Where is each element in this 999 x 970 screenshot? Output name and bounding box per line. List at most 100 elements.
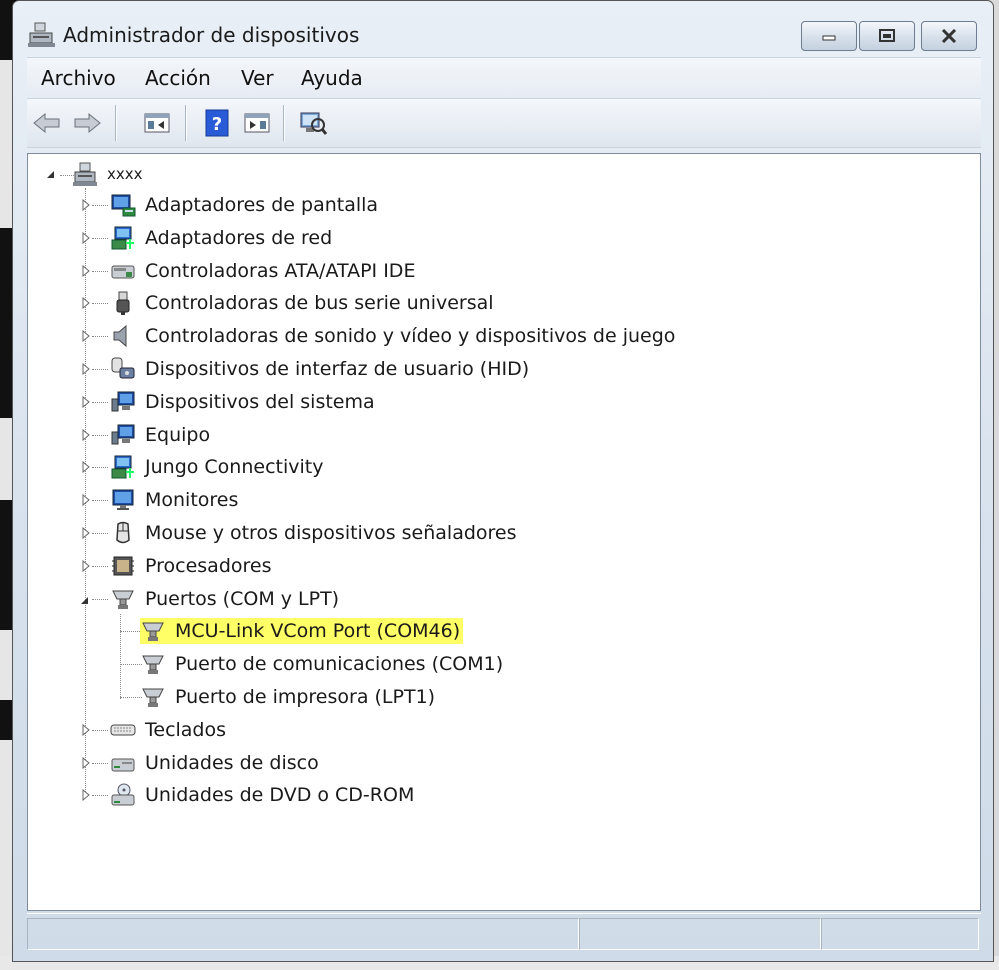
minimize-button[interactable] bbox=[801, 21, 857, 51]
disk-drive-icon bbox=[111, 758, 135, 772]
forward-button[interactable] bbox=[71, 107, 103, 139]
expand-arrow-icon[interactable] bbox=[80, 461, 92, 474]
port-icon bbox=[142, 655, 164, 675]
tree-item-port-1[interactable]: MCU-Link VCom Port (COM46) bbox=[140, 616, 464, 646]
tree-item-controladoras-de-sonido-y-video-y-dispositivos-de-juego[interactable]: Controladoras de sonido y vídeo y dispos… bbox=[110, 321, 678, 351]
tree-root-label: xxxx bbox=[107, 165, 143, 183]
tree-item-label: Unidades de DVD o CD-ROM bbox=[145, 784, 415, 807]
tree-item-teclados[interactable]: Teclados bbox=[110, 715, 229, 745]
tree-item-label: Dispositivos del sistema bbox=[145, 390, 375, 413]
monitor-icon bbox=[112, 489, 134, 511]
expand-arrow-icon[interactable] bbox=[80, 330, 92, 343]
tree-item-label: Equipo bbox=[145, 423, 211, 446]
expand-arrow-icon[interactable] bbox=[80, 395, 92, 408]
tree-item-label: Controladoras ATA/ATAPI IDE bbox=[145, 259, 416, 282]
status-pane-1 bbox=[27, 918, 579, 950]
collapse-arrow-icon[interactable] bbox=[78, 594, 90, 606]
expand-arrow-icon[interactable] bbox=[80, 363, 92, 375]
tree-item-puertos-com-y-lpt[interactable]: Puertos (COM y LPT) bbox=[110, 584, 342, 614]
expand-arrow-icon[interactable] bbox=[80, 428, 92, 441]
maximize-icon bbox=[879, 29, 895, 42]
tree-item-unidades-de-disco[interactable]: Unidades de disco bbox=[110, 748, 322, 778]
help-button[interactable]: ? bbox=[201, 107, 233, 139]
status-pane-2 bbox=[579, 918, 821, 950]
menu-bar: Archivo Acción Ver Ayuda bbox=[27, 57, 981, 98]
port-item-label: Puerto de comunicaciones (COM1) bbox=[175, 653, 504, 676]
ide-controller-icon bbox=[111, 265, 135, 279]
show-hide-console-tree-button[interactable] bbox=[141, 107, 173, 139]
tree-item-label: Controladoras de bus serie universal bbox=[145, 292, 494, 315]
tree-item-dispositivos-de-interfaz-de-usuario-hid[interactable]: Dispositivos de interfaz de usuario (HID… bbox=[110, 354, 532, 384]
close-button[interactable] bbox=[921, 21, 977, 51]
window-title: Administrador de dispositivos bbox=[63, 23, 360, 47]
show-hide-console-tree-icon bbox=[144, 113, 170, 133]
tree-item-controladoras-de-bus-serie-universal[interactable]: Controladoras de bus serie universal bbox=[110, 288, 497, 318]
collapse-arrow-icon[interactable] bbox=[44, 168, 56, 180]
tree-item-jungo-connectivity[interactable]: Jungo Connectivity bbox=[110, 452, 326, 482]
expand-arrow-icon[interactable] bbox=[80, 199, 92, 211]
tree-item-unidades-de-dvd-o-cd-rom[interactable]: Unidades de DVD o CD-ROM bbox=[110, 780, 417, 810]
tree-item-port-3[interactable]: Puerto de impresora (LPT1) bbox=[140, 682, 438, 712]
tree-item-label: Unidades de disco bbox=[145, 751, 319, 774]
port-item-label: Puerto de impresora (LPT1) bbox=[175, 686, 436, 708]
expand-arrow-icon[interactable] bbox=[80, 723, 92, 736]
tree-item-label: Adaptadores de red bbox=[145, 226, 333, 249]
help-icon: ? bbox=[205, 109, 229, 137]
menu-ayuda[interactable]: Ayuda bbox=[301, 66, 363, 90]
tree-item-label: Puertos (COM y LPT) bbox=[145, 587, 340, 610]
port-icon bbox=[142, 688, 164, 707]
device-manager-icon bbox=[28, 22, 55, 47]
menu-accion[interactable]: Acción bbox=[145, 66, 211, 90]
port-item-label: MCU-Link VCom Port (COM46) bbox=[175, 620, 461, 643]
expand-arrow-icon[interactable] bbox=[80, 559, 92, 572]
device-manager-window: Administrador de dispositivos Archivo Ac… bbox=[12, 0, 994, 962]
expand-arrow-icon[interactable] bbox=[80, 494, 92, 507]
expand-arrow-icon[interactable] bbox=[80, 231, 92, 244]
port-icon bbox=[142, 622, 164, 642]
tree-item-label: Monitores bbox=[145, 489, 239, 512]
tree-item-label: Dispositivos de interfaz de usuario (HID… bbox=[145, 358, 530, 380]
port-icon bbox=[112, 590, 134, 609]
expand-arrow-icon[interactable] bbox=[80, 789, 92, 802]
network-adapter-icon bbox=[111, 455, 134, 479]
scan-hardware-button[interactable] bbox=[297, 107, 329, 139]
action-pane-icon bbox=[244, 113, 270, 133]
menu-archivo[interactable]: Archivo bbox=[41, 66, 116, 90]
expand-arrow-icon[interactable] bbox=[80, 264, 92, 277]
expand-arrow-icon[interactable] bbox=[80, 527, 92, 539]
display-adapter-icon bbox=[111, 194, 136, 217]
back-button[interactable] bbox=[31, 107, 63, 139]
tree-root[interactable]: xxxx bbox=[72, 159, 146, 189]
tree-item-controladoras-ata-atapi-ide[interactable]: Controladoras ATA/ATAPI IDE bbox=[110, 256, 418, 286]
dvd-drive-icon bbox=[111, 783, 135, 806]
status-pane-3 bbox=[821, 918, 979, 950]
status-bar bbox=[27, 913, 981, 954]
scan-hardware-changes-icon bbox=[300, 112, 328, 135]
tree-item-port-2[interactable]: Puerto de comunicaciones (COM1) bbox=[140, 649, 506, 679]
expand-arrow-icon[interactable] bbox=[80, 756, 92, 769]
tree-item-mouse-y-otros-dispositivos-senaladores[interactable]: Mouse y otros dispositivos señaladores bbox=[110, 518, 520, 548]
device-tree[interactable]: xxxx Adaptadores de pantalla Adaptadores … bbox=[27, 153, 981, 911]
computer-icon bbox=[111, 424, 135, 445]
back-arrow-icon bbox=[33, 112, 60, 134]
tree-item-equipo[interactable]: Equipo bbox=[110, 420, 213, 450]
maximize-button[interactable] bbox=[859, 21, 915, 51]
tree-item-adaptadores-de-pantalla[interactable]: Adaptadores de pantalla bbox=[110, 190, 381, 220]
expand-arrow-icon[interactable] bbox=[80, 297, 92, 310]
tree-item-procesadores[interactable]: Procesadores bbox=[110, 551, 275, 581]
title-bar[interactable]: Administrador de dispositivos bbox=[13, 1, 993, 65]
tree-item-dispositivos-del-sistema[interactable]: Dispositivos del sistema bbox=[110, 387, 378, 417]
action-pane-button[interactable] bbox=[241, 107, 273, 139]
tree-item-monitores[interactable]: Monitores bbox=[110, 485, 241, 515]
forward-arrow-icon bbox=[74, 112, 101, 134]
tree-item-label: Mouse y otros dispositivos señaladores bbox=[145, 522, 517, 544]
system-device-icon bbox=[111, 391, 135, 412]
menu-ver[interactable]: Ver bbox=[241, 66, 274, 90]
tree-item-adaptadores-de-red[interactable]: Adaptadores de red bbox=[110, 223, 335, 253]
mouse-icon bbox=[116, 521, 130, 544]
close-icon bbox=[941, 29, 957, 43]
svg-text:?: ? bbox=[212, 114, 222, 135]
minimize-icon bbox=[822, 35, 836, 41]
tree-item-label: Procesadores bbox=[145, 554, 272, 577]
usb-icon bbox=[116, 291, 130, 316]
